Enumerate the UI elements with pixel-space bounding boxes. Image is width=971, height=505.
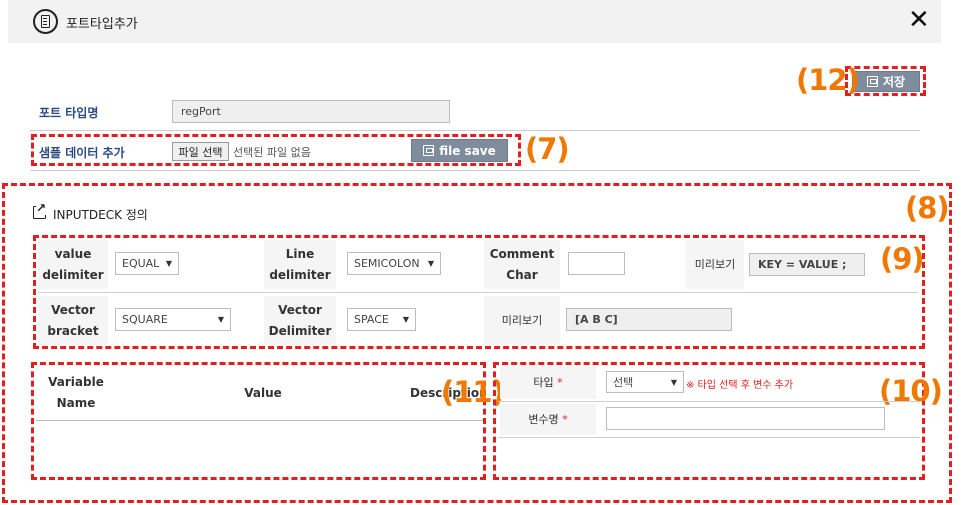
save-button[interactable]: 저장 (852, 71, 920, 92)
preview-value-2: [A B C] (575, 313, 618, 326)
line-delimiter-label-line2: delimiter (269, 267, 331, 282)
line-delimiter-label-line1: Line (285, 246, 315, 261)
file-choose-button[interactable]: 파일 선택 (172, 142, 229, 161)
comment-char-label: Comment Char (484, 240, 560, 289)
vector-delimiter-label-line1: Vector (278, 302, 322, 317)
preview-output-2: [A B C] (566, 308, 732, 331)
chevron-down-icon: ▼ (670, 377, 677, 387)
callout-8: (8) (905, 191, 950, 225)
save-button-label: 저장 (882, 75, 906, 89)
col-variable-name-line2: Name (56, 396, 96, 410)
type-label-text: 타입 (533, 376, 554, 389)
divider (36, 420, 483, 421)
file-save-label: file save (439, 143, 496, 158)
value-delimiter-select[interactable]: EQUAL ▼ (115, 252, 179, 275)
chevron-down-icon: ▼ (402, 315, 409, 324)
preview-label: 미리보기 (484, 296, 560, 345)
var-name-input[interactable] (606, 407, 885, 430)
file-save-button[interactable]: file save (411, 139, 508, 162)
chevron-down-icon: ▼ (427, 259, 434, 268)
callout-12: (12) (796, 63, 860, 97)
vector-bracket-label-line1: Vector (51, 302, 95, 317)
vector-bracket-label-line2: bracket (47, 323, 99, 338)
col-variable-name-line1: Variable (48, 375, 104, 389)
callout-9: (9) (880, 242, 925, 276)
external-link-icon (33, 201, 47, 219)
file-status-text: 선택된 파일 없음 (233, 146, 311, 159)
title-bar: 포트타입추가 ✕ (8, 0, 941, 43)
port-type-name-value: regPort (181, 105, 221, 118)
divider (498, 401, 920, 402)
port-type-name-input[interactable]: regPort (172, 100, 450, 123)
vector-bracket-select[interactable]: SQUARE ▼ (115, 308, 231, 331)
close-icon[interactable]: ✕ (908, 7, 930, 33)
document-icon (33, 9, 58, 34)
comment-char-label-line2: Char (506, 267, 538, 282)
var-name-label: 변수명 * (500, 404, 596, 435)
vector-delimiter-label-line2: Delimiter (268, 323, 332, 338)
divider (30, 130, 920, 131)
window-title: 포트타입추가 (66, 17, 138, 32)
preview-value-1: KEY = VALUE ; (758, 258, 847, 271)
col-value: Value (244, 386, 282, 400)
divider (38, 292, 918, 293)
divider (30, 170, 920, 171)
chevron-down-icon: ▼ (217, 315, 224, 324)
line-delimiter-select[interactable]: SEMICOLON ▼ (347, 252, 441, 275)
save-icon (866, 76, 878, 87)
type-hint: ※ 타입 선택 후 변수 추가 (686, 380, 794, 391)
vector-bracket-label: Vector bracket (38, 296, 108, 345)
var-name-label-text: 변수명 (528, 413, 559, 426)
value-delimiter-label: value delimiter (38, 240, 108, 289)
line-delimiter-label: Line delimiter (264, 240, 336, 289)
vector-bracket-selected: SQUARE (122, 313, 168, 326)
vector-delimiter-select[interactable]: SPACE ▼ (347, 308, 416, 331)
preview-label: 미리보기 (686, 240, 744, 289)
value-delimiter-label-line1: value (54, 246, 92, 261)
comment-char-input[interactable] (568, 252, 625, 275)
sample-data-label: 샘플 데이터 추가 (39, 146, 125, 160)
port-type-name-label: 포트 타입명 (39, 106, 99, 120)
callout-7: (7) (525, 132, 570, 166)
type-selected: 선택 (613, 376, 634, 389)
value-delimiter-selected: EQUAL (122, 257, 160, 270)
callout-10: (10) (879, 374, 943, 408)
value-delimiter-label-line2: delimiter (42, 267, 104, 282)
chevron-down-icon: ▼ (165, 259, 172, 268)
inputdeck-title: INPUTDECK 정의 (53, 208, 148, 222)
line-delimiter-selected: SEMICOLON (354, 257, 420, 270)
save-icon (423, 145, 435, 156)
type-select[interactable]: 선택 ▼ (606, 371, 684, 393)
comment-char-label-line1: Comment (489, 246, 555, 261)
col-variable-name: Variable Name (40, 372, 112, 414)
divider (498, 437, 920, 438)
required-mark: * (557, 376, 563, 389)
type-label: 타입 * (500, 366, 596, 399)
vector-delimiter-selected: SPACE (354, 313, 389, 326)
preview-output-1: KEY = VALUE ; (749, 253, 865, 276)
required-mark: * (562, 413, 568, 426)
vector-delimiter-label: Vector Delimiter (264, 296, 336, 345)
